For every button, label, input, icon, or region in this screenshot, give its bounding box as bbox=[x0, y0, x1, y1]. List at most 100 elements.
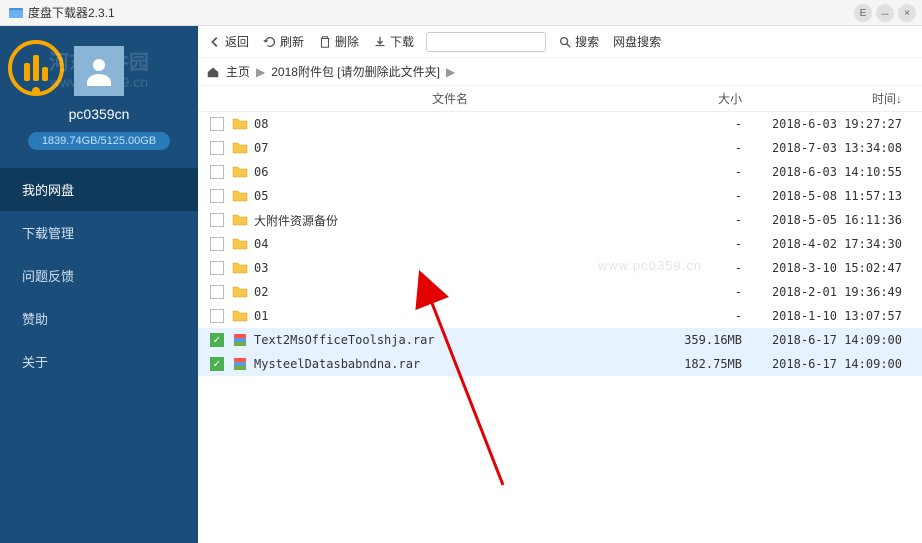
avatar bbox=[74, 46, 124, 96]
refresh-button[interactable]: 刷新 bbox=[261, 33, 306, 50]
checkbox[interactable] bbox=[210, 333, 224, 347]
file-row[interactable]: 大附件资源备份-2018-5-05 16:11:36 bbox=[198, 208, 922, 232]
pan-search-label: 网盘搜索 bbox=[613, 33, 661, 50]
folder-icon bbox=[232, 140, 248, 156]
close-button[interactable]: × bbox=[898, 4, 916, 22]
titlebar: 度盘下载器2.3.1 E － × bbox=[0, 0, 922, 26]
checkbox[interactable] bbox=[210, 189, 224, 203]
file-size: - bbox=[652, 165, 742, 179]
breadcrumb: 主页 ▶ 2018附件包 [请勿删除此文件夹] ▶ bbox=[198, 58, 922, 86]
file-name: 02 bbox=[254, 285, 652, 299]
folder-icon bbox=[232, 236, 248, 252]
file-name: 大附件资源备份 bbox=[254, 212, 652, 229]
back-button[interactable]: 返回 bbox=[206, 33, 251, 50]
header-time[interactable]: 时间↓ bbox=[742, 90, 912, 107]
toolbar: 返回 刷新 删除 下载 搜索 网盘搜索 bbox=[198, 26, 922, 58]
header-name[interactable]: 文件名 bbox=[248, 90, 652, 107]
file-name: 03 bbox=[254, 261, 652, 275]
folder-icon bbox=[232, 308, 248, 324]
header-size[interactable]: 大小 bbox=[652, 90, 742, 107]
file-time: 2018-5-08 11:57:13 bbox=[742, 189, 912, 203]
file-row[interactable]: 06-2018-6-03 14:10:55 bbox=[198, 160, 922, 184]
e-button[interactable]: E bbox=[854, 4, 872, 22]
folder-icon bbox=[232, 284, 248, 300]
trash-icon bbox=[318, 35, 332, 49]
file-time: 2018-6-17 14:09:00 bbox=[742, 333, 912, 347]
breadcrumb-home[interactable]: 主页 bbox=[226, 63, 250, 80]
checkbox[interactable] bbox=[210, 141, 224, 155]
file-row[interactable]: 03-2018-3-10 15:02:47 bbox=[198, 256, 922, 280]
checkbox[interactable] bbox=[210, 213, 224, 227]
back-icon bbox=[208, 35, 222, 49]
file-size: 359.16MB bbox=[652, 333, 742, 347]
file-size: - bbox=[652, 309, 742, 323]
file-time: 2018-1-10 13:07:57 bbox=[742, 309, 912, 323]
minimize-button[interactable]: － bbox=[876, 4, 894, 22]
checkbox[interactable] bbox=[210, 237, 224, 251]
file-row[interactable]: 07-2018-7-03 13:34:08 bbox=[198, 136, 922, 160]
delete-button[interactable]: 删除 bbox=[316, 33, 361, 50]
checkbox[interactable] bbox=[210, 117, 224, 131]
file-name: MysteelDatasbabndna.rar bbox=[254, 357, 652, 371]
window-controls: E － × bbox=[854, 4, 916, 22]
breadcrumb-sep: ▶ bbox=[446, 65, 455, 79]
archive-icon bbox=[232, 332, 248, 348]
file-name: 07 bbox=[254, 141, 652, 155]
file-time: 2018-7-03 13:34:08 bbox=[742, 141, 912, 155]
checkbox[interactable] bbox=[210, 357, 224, 371]
file-row[interactable]: MysteelDatasbabndna.rar182.75MB2018-6-17… bbox=[198, 352, 922, 376]
file-size: - bbox=[652, 117, 742, 131]
app-icon bbox=[8, 5, 24, 21]
sidebar-item[interactable]: 关于 bbox=[0, 340, 198, 383]
folder-icon bbox=[232, 188, 248, 204]
home-icon[interactable] bbox=[206, 65, 220, 79]
search-icon bbox=[558, 35, 572, 49]
file-name: 08 bbox=[254, 117, 652, 131]
sidebar-item[interactable]: 问题反馈 bbox=[0, 254, 198, 297]
checkbox[interactable] bbox=[210, 261, 224, 275]
user-box: pc0359cn 1839.74GB/5125.00GB bbox=[0, 26, 198, 150]
file-name: 05 bbox=[254, 189, 652, 203]
main: 返回 刷新 删除 下载 搜索 网盘搜索 bbox=[198, 26, 922, 543]
back-label: 返回 bbox=[225, 33, 249, 50]
search-button[interactable]: 搜索 bbox=[556, 33, 601, 50]
folder-icon bbox=[232, 116, 248, 132]
download-label: 下载 bbox=[390, 33, 414, 50]
folder-icon bbox=[232, 260, 248, 276]
file-row[interactable]: 02-2018-2-01 19:36:49 bbox=[198, 280, 922, 304]
file-row[interactable]: 05-2018-5-08 11:57:13 bbox=[198, 184, 922, 208]
search-label: 搜索 bbox=[575, 33, 599, 50]
download-button[interactable]: 下载 bbox=[371, 33, 416, 50]
window-title: 度盘下载器2.3.1 bbox=[28, 4, 115, 21]
refresh-label: 刷新 bbox=[280, 33, 304, 50]
file-list: 08-2018-6-03 19:27:2707-2018-7-03 13:34:… bbox=[198, 112, 922, 543]
list-header: 文件名 大小 时间↓ bbox=[198, 86, 922, 112]
checkbox[interactable] bbox=[210, 165, 224, 179]
breadcrumb-folder[interactable]: 2018附件包 [请勿删除此文件夹] bbox=[271, 63, 440, 80]
sidebar-item[interactable]: 我的网盘 bbox=[0, 168, 198, 211]
checkbox[interactable] bbox=[210, 309, 224, 323]
file-size: - bbox=[652, 261, 742, 275]
file-name: 01 bbox=[254, 309, 652, 323]
file-time: 2018-6-03 14:10:55 bbox=[742, 165, 912, 179]
download-icon bbox=[373, 35, 387, 49]
file-size: - bbox=[652, 285, 742, 299]
storage-badge: 1839.74GB/5125.00GB bbox=[28, 132, 170, 150]
refresh-icon bbox=[263, 35, 277, 49]
pan-search-button[interactable]: 网盘搜索 bbox=[611, 33, 663, 50]
checkbox[interactable] bbox=[210, 285, 224, 299]
file-size: - bbox=[652, 237, 742, 251]
file-row[interactable]: Text2MsOfficeToolshja.rar359.16MB2018-6-… bbox=[198, 328, 922, 352]
file-row[interactable]: 08-2018-6-03 19:27:27 bbox=[198, 112, 922, 136]
search-input[interactable] bbox=[426, 32, 546, 52]
file-size: - bbox=[652, 141, 742, 155]
file-row[interactable]: 04-2018-4-02 17:34:30 bbox=[198, 232, 922, 256]
sidebar-item[interactable]: 下载管理 bbox=[0, 211, 198, 254]
sidebar-item[interactable]: 赞助 bbox=[0, 297, 198, 340]
file-time: 2018-6-17 14:09:00 bbox=[742, 357, 912, 371]
file-size: 182.75MB bbox=[652, 357, 742, 371]
file-row[interactable]: 01-2018-1-10 13:07:57 bbox=[198, 304, 922, 328]
breadcrumb-sep: ▶ bbox=[256, 65, 265, 79]
file-time: 2018-6-03 19:27:27 bbox=[742, 117, 912, 131]
file-size: - bbox=[652, 189, 742, 203]
